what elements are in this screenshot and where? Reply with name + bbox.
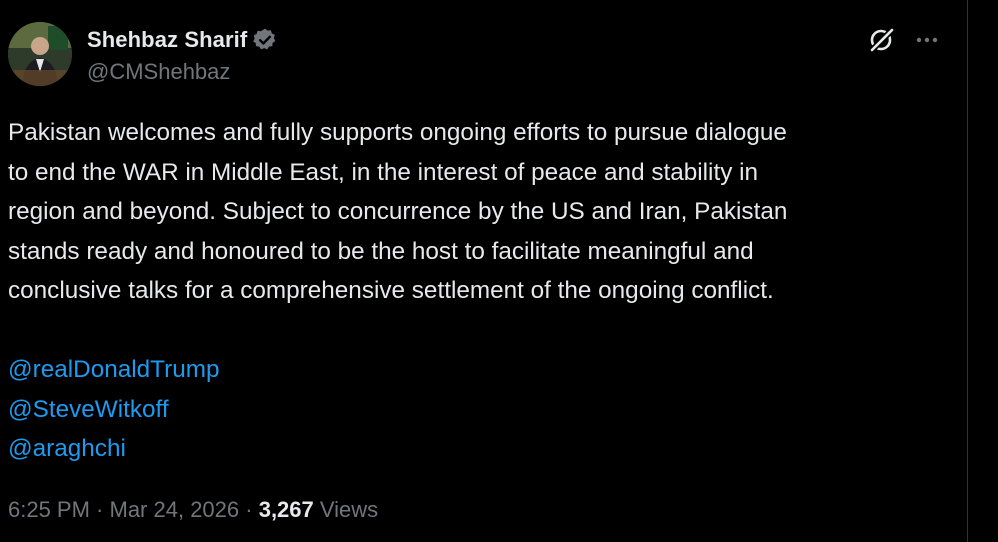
avatar-image [8,22,72,86]
avatar[interactable] [8,22,72,86]
tweet-card: Shehbaz Sharif @CMShehbaz Pakistan welco… [0,0,967,542]
tweet-date[interactable]: Mar 24, 2026 [110,497,240,522]
tweet-time[interactable]: 6:25 PM [8,497,90,522]
tweet-text-line: conclusive talks for a comprehensive set… [8,277,774,305]
mentions-list: @realDonaldTrump @SteveWitkoff @araghchi [8,350,219,469]
meta-separator: · [89,497,110,522]
column-divider [967,0,968,542]
tweet-text-line: Pakistan welcomes and fully supports ong… [8,119,787,146]
tweet-text-line: region and beyond. Subject to concurrenc… [8,198,788,226]
mention-link-stevewitkoff[interactable]: @SteveWitkoff [8,390,219,430]
tweet-text-line: to end the WAR in Middle East, in the in… [8,158,759,186]
tweet-text: Pakistan welcomes and fully supports ong… [8,113,958,311]
grok-icon[interactable] [866,24,898,56]
more-icon[interactable] [912,26,942,54]
verified-badge-icon[interactable] [252,27,278,53]
author-handle[interactable]: @CMShehbaz [87,59,230,85]
views-count[interactable]: 3,267 [259,497,314,522]
author-name-row: Shehbaz Sharif [87,26,278,54]
tweet-text-line: stands ready and honoured to be the host… [8,237,754,265]
mention-link-araghchi[interactable]: @araghchi [8,429,219,469]
author-display-name[interactable]: Shehbaz Sharif [87,27,247,53]
views-label: Views [319,497,379,522]
meta-separator: · [239,497,259,522]
mention-link-realdonaldtrump[interactable]: @realDonaldTrump [8,350,219,390]
tweet-meta: 6:25 PM · Mar 24, 2026 · 3,267 Views [8,497,378,523]
